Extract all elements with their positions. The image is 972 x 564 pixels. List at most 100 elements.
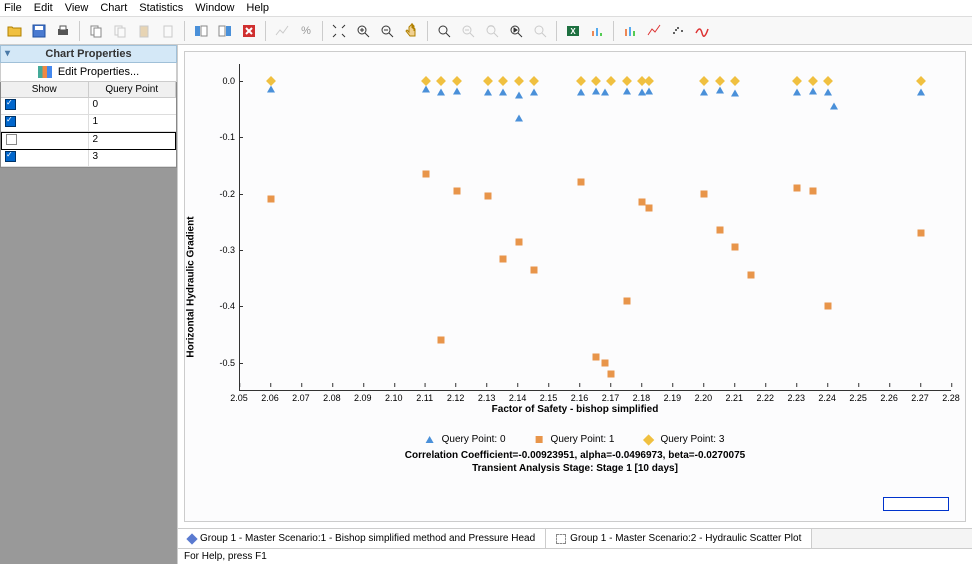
zoom-in-icon[interactable] (352, 20, 374, 42)
chart-properties-header[interactable]: ▾ Chart Properties (0, 45, 177, 63)
zoom-out-icon[interactable] (376, 20, 398, 42)
data-point[interactable] (267, 196, 274, 203)
data-point[interactable] (716, 87, 724, 94)
data-point[interactable] (794, 185, 801, 192)
data-point[interactable] (592, 88, 600, 95)
zoom-out2-icon[interactable] (457, 20, 479, 42)
zoom-fwd-icon[interactable] (529, 20, 551, 42)
data-point[interactable] (916, 76, 926, 86)
data-point[interactable] (515, 238, 522, 245)
data-point[interactable] (715, 76, 725, 86)
data-point[interactable] (437, 89, 445, 96)
data-point[interactable] (622, 76, 632, 86)
data-point[interactable] (824, 89, 832, 96)
hand-icon[interactable] (400, 20, 422, 42)
data-point[interactable] (515, 92, 523, 99)
plot-area[interactable] (239, 64, 951, 391)
save-icon[interactable] (28, 20, 50, 42)
data-point[interactable] (591, 76, 601, 86)
data-point[interactable] (531, 266, 538, 273)
data-point[interactable] (730, 76, 740, 86)
data-point[interactable] (808, 76, 818, 86)
print-icon[interactable] (52, 20, 74, 42)
paste-icon[interactable] (133, 20, 155, 42)
selection-box[interactable] (883, 497, 949, 511)
line-chart2-icon[interactable] (691, 20, 713, 42)
data-point[interactable] (484, 89, 492, 96)
data-point[interactable] (483, 76, 493, 86)
tab-scenario1[interactable]: Group 1 - Master Scenario:1 - Bishop sim… (178, 529, 546, 548)
data-point[interactable] (484, 193, 491, 200)
data-point[interactable] (529, 76, 539, 86)
data-point[interactable] (422, 170, 429, 177)
data-point[interactable] (499, 89, 507, 96)
data-point[interactable] (453, 88, 461, 95)
clipboard-icon[interactable] (157, 20, 179, 42)
data-point[interactable] (498, 76, 508, 86)
data-point[interactable] (453, 187, 460, 194)
grid-row[interactable]: 2 (1, 132, 176, 150)
menu-edit[interactable]: Edit (34, 2, 53, 14)
data-point[interactable] (593, 354, 600, 361)
line-chart-icon[interactable] (643, 20, 665, 42)
qp-cell[interactable]: 2 (89, 133, 176, 149)
data-point[interactable] (809, 88, 817, 95)
menu-view[interactable]: View (65, 2, 89, 14)
data-point[interactable] (608, 371, 615, 378)
edit-properties-button[interactable]: Edit Properties... (0, 63, 177, 82)
data-point[interactable] (452, 76, 462, 86)
grid-row[interactable]: 0 (1, 98, 176, 115)
data-point[interactable] (825, 303, 832, 310)
data-point[interactable] (267, 86, 275, 93)
data-point[interactable] (792, 76, 802, 86)
data-point[interactable] (266, 76, 276, 86)
copy-gray-icon[interactable] (109, 20, 131, 42)
menu-window[interactable]: Window (195, 2, 234, 14)
data-point[interactable] (918, 230, 925, 237)
zoom-back-icon[interactable] (505, 20, 527, 42)
copy-icon[interactable] (85, 20, 107, 42)
data-point[interactable] (623, 88, 631, 95)
data-point[interactable] (645, 204, 652, 211)
panel-right-icon[interactable] (214, 20, 236, 42)
bar-chart-icon[interactable] (586, 20, 608, 42)
data-point[interactable] (793, 89, 801, 96)
menu-help[interactable]: Help (246, 2, 269, 14)
checkbox[interactable] (5, 116, 16, 127)
checkbox[interactable] (5, 99, 16, 110)
data-point[interactable] (747, 272, 754, 279)
data-point[interactable] (438, 337, 445, 344)
qp-cell[interactable]: 3 (89, 150, 177, 166)
data-point[interactable] (422, 86, 430, 93)
menu-chart[interactable]: Chart (100, 2, 127, 14)
collapse-icon[interactable]: ▾ (5, 48, 10, 59)
data-point[interactable] (731, 90, 739, 97)
data-point[interactable] (917, 89, 925, 96)
tab-scenario2[interactable]: Group 1 - Master Scenario:2 - Hydraulic … (546, 529, 812, 548)
folder-open-icon[interactable] (4, 20, 26, 42)
scatter-plot[interactable]: Horizontal Hydraulic Gradient Factor of … (184, 51, 966, 522)
data-point[interactable] (577, 89, 585, 96)
chart-gray-icon[interactable] (271, 20, 293, 42)
qp-cell[interactable]: 0 (89, 98, 177, 114)
data-point[interactable] (716, 227, 723, 234)
percent-icon[interactable]: % (295, 20, 317, 42)
data-point[interactable] (515, 114, 523, 121)
data-point[interactable] (830, 103, 838, 110)
data-point[interactable] (700, 89, 708, 96)
col-query-point[interactable]: Query Point (89, 82, 177, 98)
scatter-chart-icon[interactable] (667, 20, 689, 42)
data-point[interactable] (607, 76, 617, 86)
zoom-area-icon[interactable] (433, 20, 455, 42)
zoom-reset-icon[interactable] (481, 20, 503, 42)
close-icon[interactable] (238, 20, 260, 42)
data-point[interactable] (530, 89, 538, 96)
data-point[interactable] (701, 190, 708, 197)
data-point[interactable] (421, 76, 431, 86)
checkbox[interactable] (6, 134, 17, 145)
col-show[interactable]: Show (1, 82, 89, 98)
data-point[interactable] (699, 76, 709, 86)
qp-cell[interactable]: 1 (89, 115, 177, 131)
grid-row[interactable]: 1 (1, 115, 176, 132)
data-point[interactable] (809, 187, 816, 194)
